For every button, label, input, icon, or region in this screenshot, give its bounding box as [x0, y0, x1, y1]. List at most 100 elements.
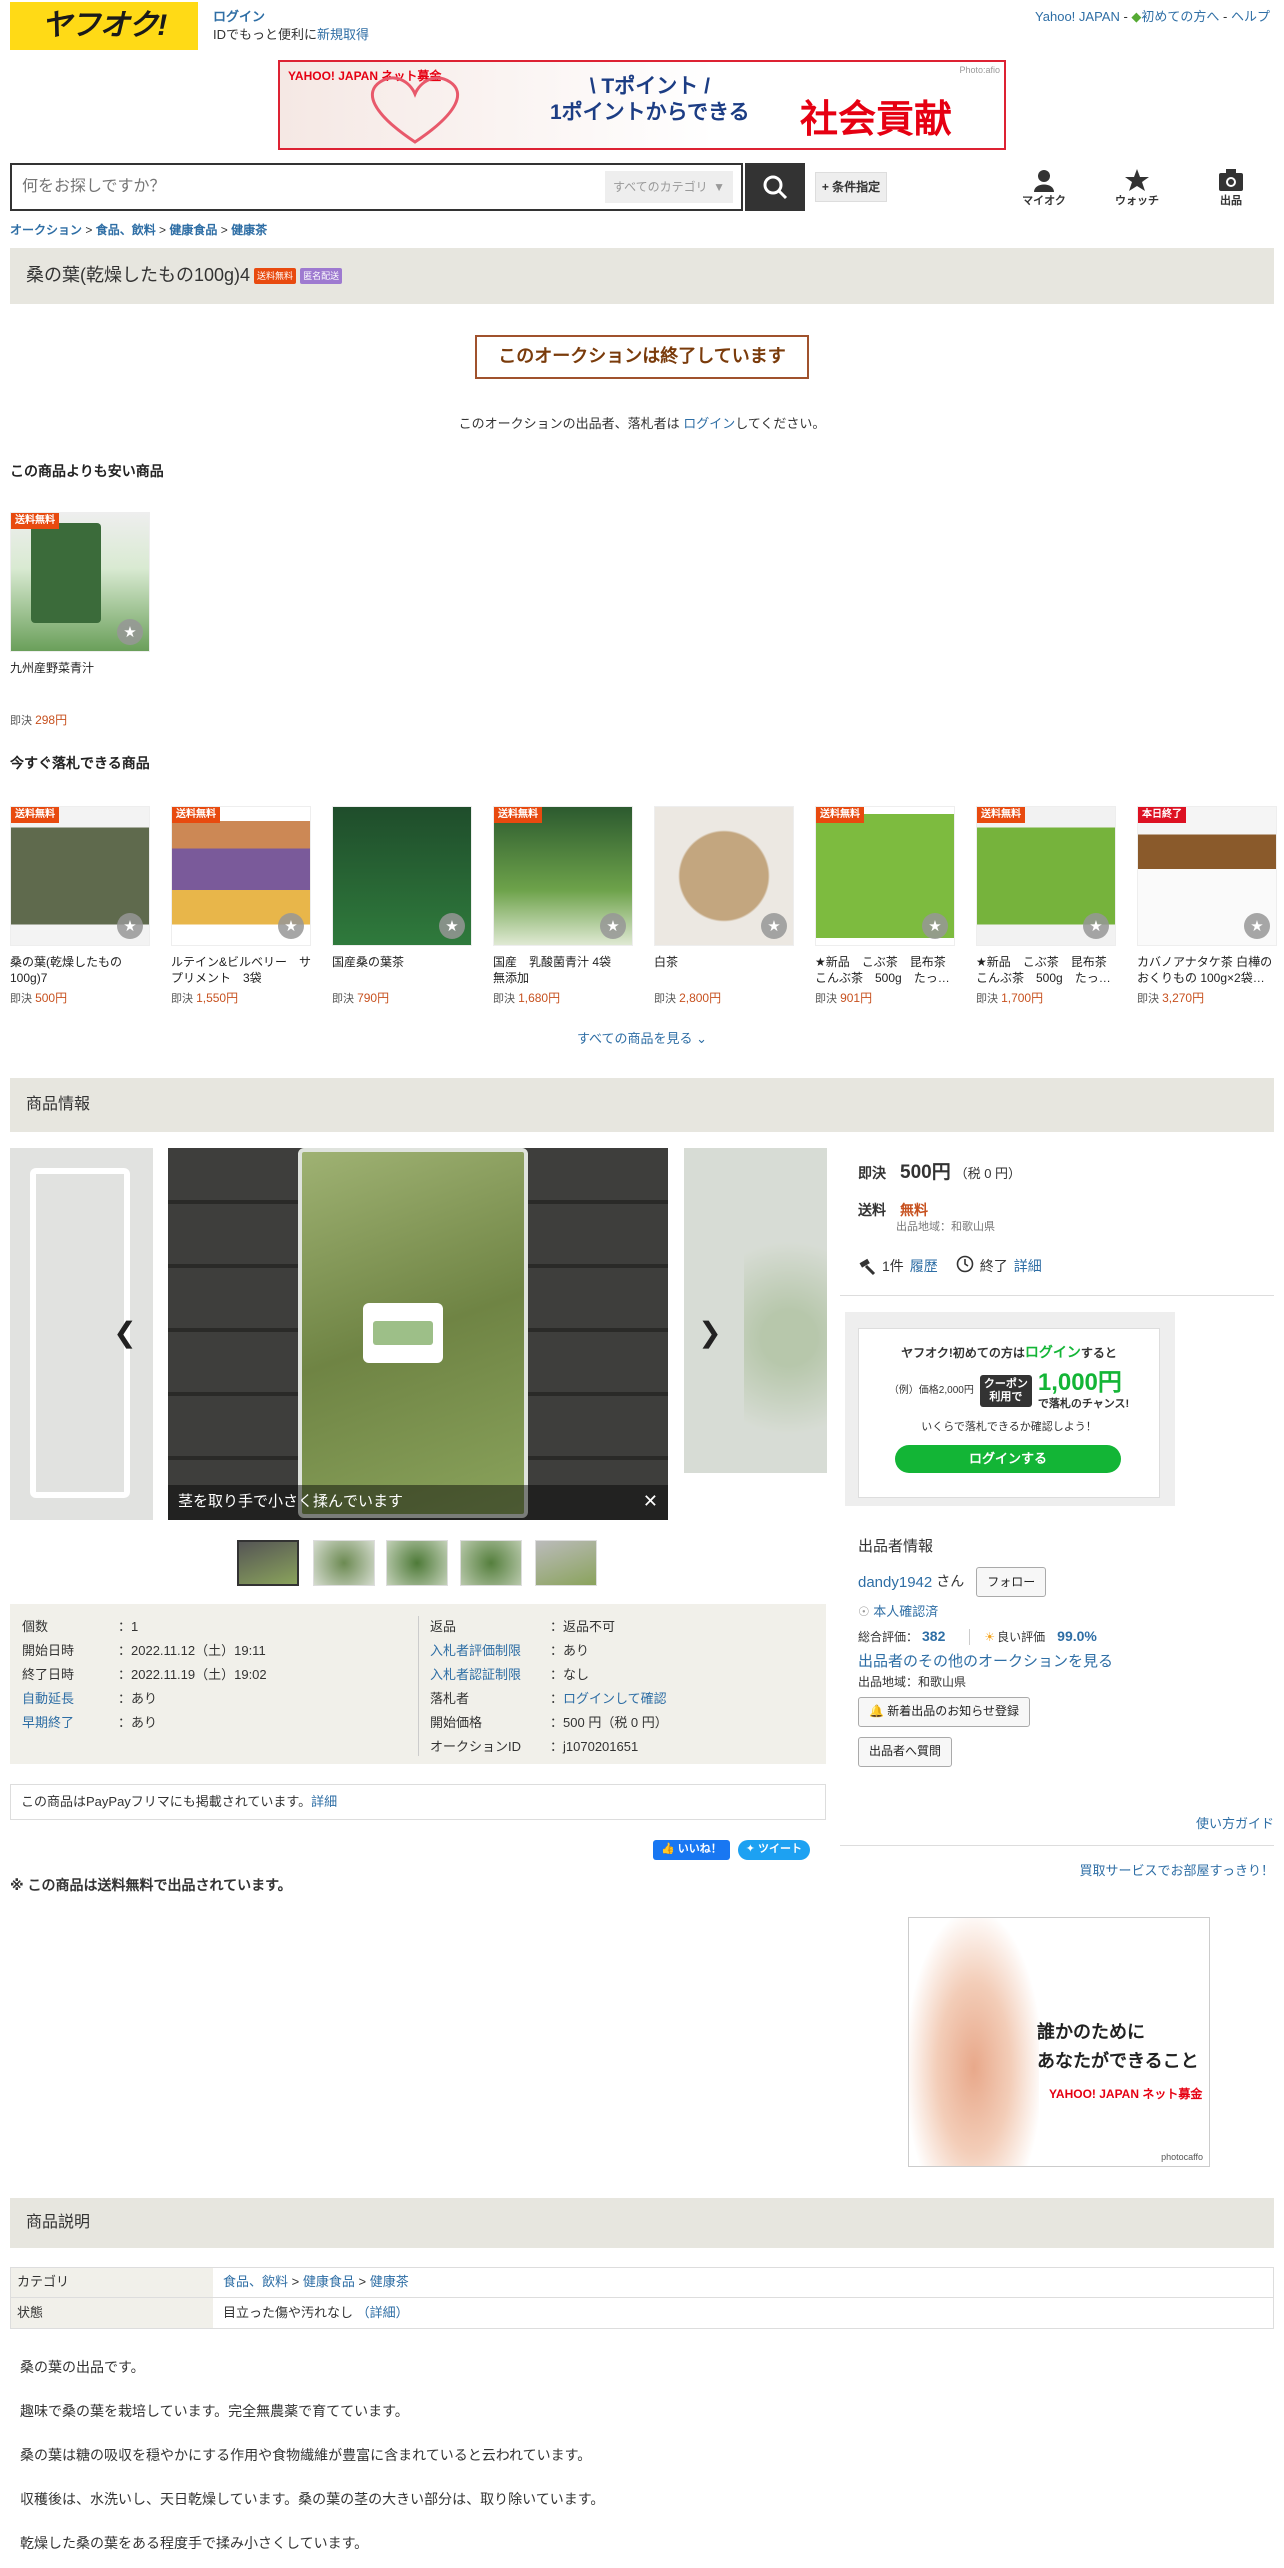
- rating-label: 総合評価：: [858, 1629, 919, 1644]
- register-link[interactable]: 新規取得: [317, 27, 369, 42]
- free-shipping-tag: 送料無料: [977, 807, 1025, 823]
- bid-row: 1件 履歴 終了 詳細: [858, 1255, 1042, 1279]
- help-link[interactable]: ヘルプ: [1231, 9, 1270, 24]
- watch-star-icon[interactable]: ★: [1083, 913, 1109, 939]
- side-ad-banner[interactable]: 誰かのために あなたができること YAHOO! JAPAN ネット募金 phot…: [908, 1917, 1210, 2167]
- tweet-button[interactable]: ✦ ツイート: [737, 1840, 811, 1860]
- search-input[interactable]: [12, 178, 605, 196]
- detail-value[interactable]: ログインして確認: [550, 1690, 667, 1714]
- promo-amount: 1,000円: [1037, 1368, 1122, 1396]
- category-link[interactable]: 食品、飲料: [223, 2274, 288, 2289]
- facebook-like-button[interactable]: 👍 いいね！: [653, 1840, 730, 1860]
- close-icon[interactable]: ✕: [643, 1489, 658, 1514]
- detail-key[interactable]: 入札者評価制限: [430, 1642, 550, 1666]
- promo-login-link[interactable]: ログイン: [1025, 1344, 1081, 1360]
- watch-star-icon[interactable]: ★: [761, 913, 787, 939]
- gallery-thumb[interactable]: [386, 1540, 448, 1586]
- gallery-prev-arrow-icon[interactable]: ❮: [110, 1317, 140, 1348]
- detail-key[interactable]: 自動延長: [22, 1690, 118, 1714]
- description-paragraph: 収穫後は、水洗いし、天日乾燥しています。桑の葉の茎の大きい部分は、取り除いていま…: [20, 2491, 605, 2507]
- watch-star-icon[interactable]: ★: [117, 913, 143, 939]
- product-name: ★新品 こぶ茶 昆布茶 こんぶ茶 500g たっ…: [976, 955, 1116, 985]
- product-card[interactable]: 送料無料 ★ ★新品 こぶ茶 昆布茶 こんぶ茶 500g たっ… 即決 901円: [815, 806, 955, 1007]
- beginners-link[interactable]: 初めての方へ: [1141, 9, 1219, 24]
- free-shipping-tag: 送料無料: [11, 807, 59, 823]
- sun-icon: ☀: [969, 1628, 995, 1646]
- ended-login-link[interactable]: ログイン: [683, 416, 735, 431]
- breadcrumb-item[interactable]: オークション: [10, 223, 82, 237]
- detail-row: 開始日時 2022.11.12（土）19:11: [22, 1642, 267, 1666]
- login-link[interactable]: ログイン: [213, 9, 265, 24]
- good-rating-value[interactable]: 99.0%: [1057, 1627, 1097, 1647]
- seller-name-link[interactable]: dandy1942: [858, 1572, 932, 1593]
- description-title: 商品説明: [26, 2213, 91, 2231]
- product-image: 送料無料 ★: [976, 806, 1116, 946]
- breadcrumb-item[interactable]: 食品、飲料: [96, 223, 156, 237]
- product-card[interactable]: 送料無料 ★ 国産 乳酸菌青汁 4袋 無添加 即決 1,680円: [493, 806, 633, 1007]
- watch-star-icon[interactable]: ★: [600, 913, 626, 939]
- gallery-thumb[interactable]: [460, 1540, 522, 1586]
- category-link[interactable]: 健康食品: [303, 2274, 355, 2289]
- gallery-next-arrow-icon[interactable]: ❯: [695, 1317, 725, 1348]
- promo-example: （例）価格2,000円: [888, 1385, 974, 1397]
- search-conditions-button[interactable]: + 条件指定: [815, 172, 887, 202]
- new-listing-notify-button[interactable]: 🔔 新着出品のお知らせ登録: [858, 1696, 1031, 1727]
- beginner-leaf-icon: ◆: [1131, 9, 1142, 24]
- detail-key: 終了日時: [22, 1667, 75, 1682]
- product-card[interactable]: 送料無料 ★ ルテイン&ビルベリー サプリメント 3袋 即決 1,550円: [171, 806, 311, 1007]
- promo-login-button[interactable]: ログインする: [895, 1445, 1121, 1473]
- gallery-next-image[interactable]: [684, 1148, 827, 1473]
- paypay-text: この商品はPayPayフリマにも掲載されています。: [21, 1794, 312, 1809]
- price-region: 出品地域：和歌山県: [896, 1221, 995, 1234]
- detail-key[interactable]: 入札者認証制限: [430, 1666, 550, 1690]
- product-card[interactable]: 送料無料 ★ ★新品 こぶ茶 昆布茶 こんぶ茶 500g たっ… 即決 1,700円: [976, 806, 1116, 1007]
- watch-star-icon[interactable]: ★: [117, 619, 143, 645]
- main-product-image[interactable]: [168, 1148, 668, 1520]
- watch-star-icon[interactable]: ★: [439, 913, 465, 939]
- watch-star-icon[interactable]: ★: [278, 913, 304, 939]
- verified-link[interactable]: 本人確認済: [873, 1604, 938, 1619]
- detail-key[interactable]: 早期終了: [22, 1714, 118, 1738]
- myauction-button[interactable]: マイオク: [1014, 168, 1074, 209]
- gallery-thumb[interactable]: [535, 1540, 597, 1586]
- category-select[interactable]: すべてのカテゴリ ▼: [605, 171, 733, 203]
- ask-seller-button[interactable]: 出品者へ質問: [858, 1736, 953, 1767]
- sell-button[interactable]: 出品: [1201, 168, 1261, 209]
- kaitori-service-link[interactable]: 買取サービスでお部屋すっきり！: [1080, 1862, 1274, 1880]
- product-card[interactable]: 送料無料 ★ 九州産野菜青汁 即決 298円: [10, 512, 150, 729]
- watch-star-icon[interactable]: ★: [922, 913, 948, 939]
- category-link[interactable]: 健康茶: [370, 2274, 409, 2289]
- rating-value-link[interactable]: 382: [922, 1627, 945, 1647]
- product-card[interactable]: 本日終了 ★ カバノアナタケ茶 白樺のおくりもの 100g×2袋… 即決 3,270円: [1137, 806, 1277, 1007]
- price-label: 即決: [858, 1165, 886, 1181]
- breadcrumb-item[interactable]: 健康茶: [231, 223, 267, 237]
- condition-detail-link[interactable]: （詳細）: [357, 2305, 409, 2320]
- gallery-thumb[interactable]: [237, 1540, 299, 1586]
- title-bar: 桑の葉(乾燥したもの100g)4 送料無料 匿名配送: [10, 248, 1274, 304]
- product-price: 即決 901円: [815, 991, 873, 1005]
- breadcrumb-item[interactable]: 健康食品: [169, 223, 217, 237]
- banner-tpoint-text: \ Tポイント / 1ポイントからできる: [550, 74, 750, 127]
- search-button[interactable]: [745, 163, 805, 211]
- watch-button[interactable]: ウォッチ: [1107, 168, 1167, 209]
- yahoo-japan-link[interactable]: Yahoo! JAPAN: [1035, 9, 1120, 24]
- details-right-column: 返品 返品不可入札者評価制限あり入札者認証制限なし落札者 ログインして確認開始価格 5…: [430, 1618, 668, 1762]
- usage-guide-link[interactable]: 使い方ガイド: [1196, 1815, 1274, 1833]
- detail-value: あり: [118, 1714, 157, 1738]
- gallery-thumb[interactable]: [313, 1540, 375, 1586]
- watch-star-icon[interactable]: ★: [1244, 913, 1270, 939]
- status-detail-link[interactable]: 詳細: [1014, 1257, 1042, 1277]
- product-image: 送料無料 ★: [171, 806, 311, 946]
- description-paragraph: 趣味で桑の葉を栽培しています。完全無農薬で育てています。: [20, 2403, 409, 2419]
- seller-other-auctions-link[interactable]: 出品者のその他のオークションを見る: [858, 1651, 1278, 1672]
- seller-region: 出品地域：和歌山県: [858, 1674, 967, 1689]
- product-card[interactable]: 送料無料 ★ 桑の葉(乾燥したもの100g)7 即決 500円: [10, 806, 150, 1007]
- product-card[interactable]: ★ 国産桑の葉茶 即決 790円: [332, 806, 472, 1007]
- yafuoku-logo[interactable]: ヤフオク!: [10, 2, 198, 50]
- product-card[interactable]: ★ 白茶 即決 2,800円: [654, 806, 794, 1007]
- see-all-link[interactable]: すべての商品を見る ⌄: [0, 1030, 1284, 1048]
- follow-button[interactable]: フォロー: [976, 1567, 1047, 1597]
- bid-history-link[interactable]: 履歴: [910, 1257, 938, 1277]
- paypay-detail-link[interactable]: 詳細: [311, 1794, 337, 1809]
- top-ad-banner[interactable]: YAHOO! JAPAN ネット募金 \ Tポイント / 1ポイントからできる …: [278, 60, 1006, 150]
